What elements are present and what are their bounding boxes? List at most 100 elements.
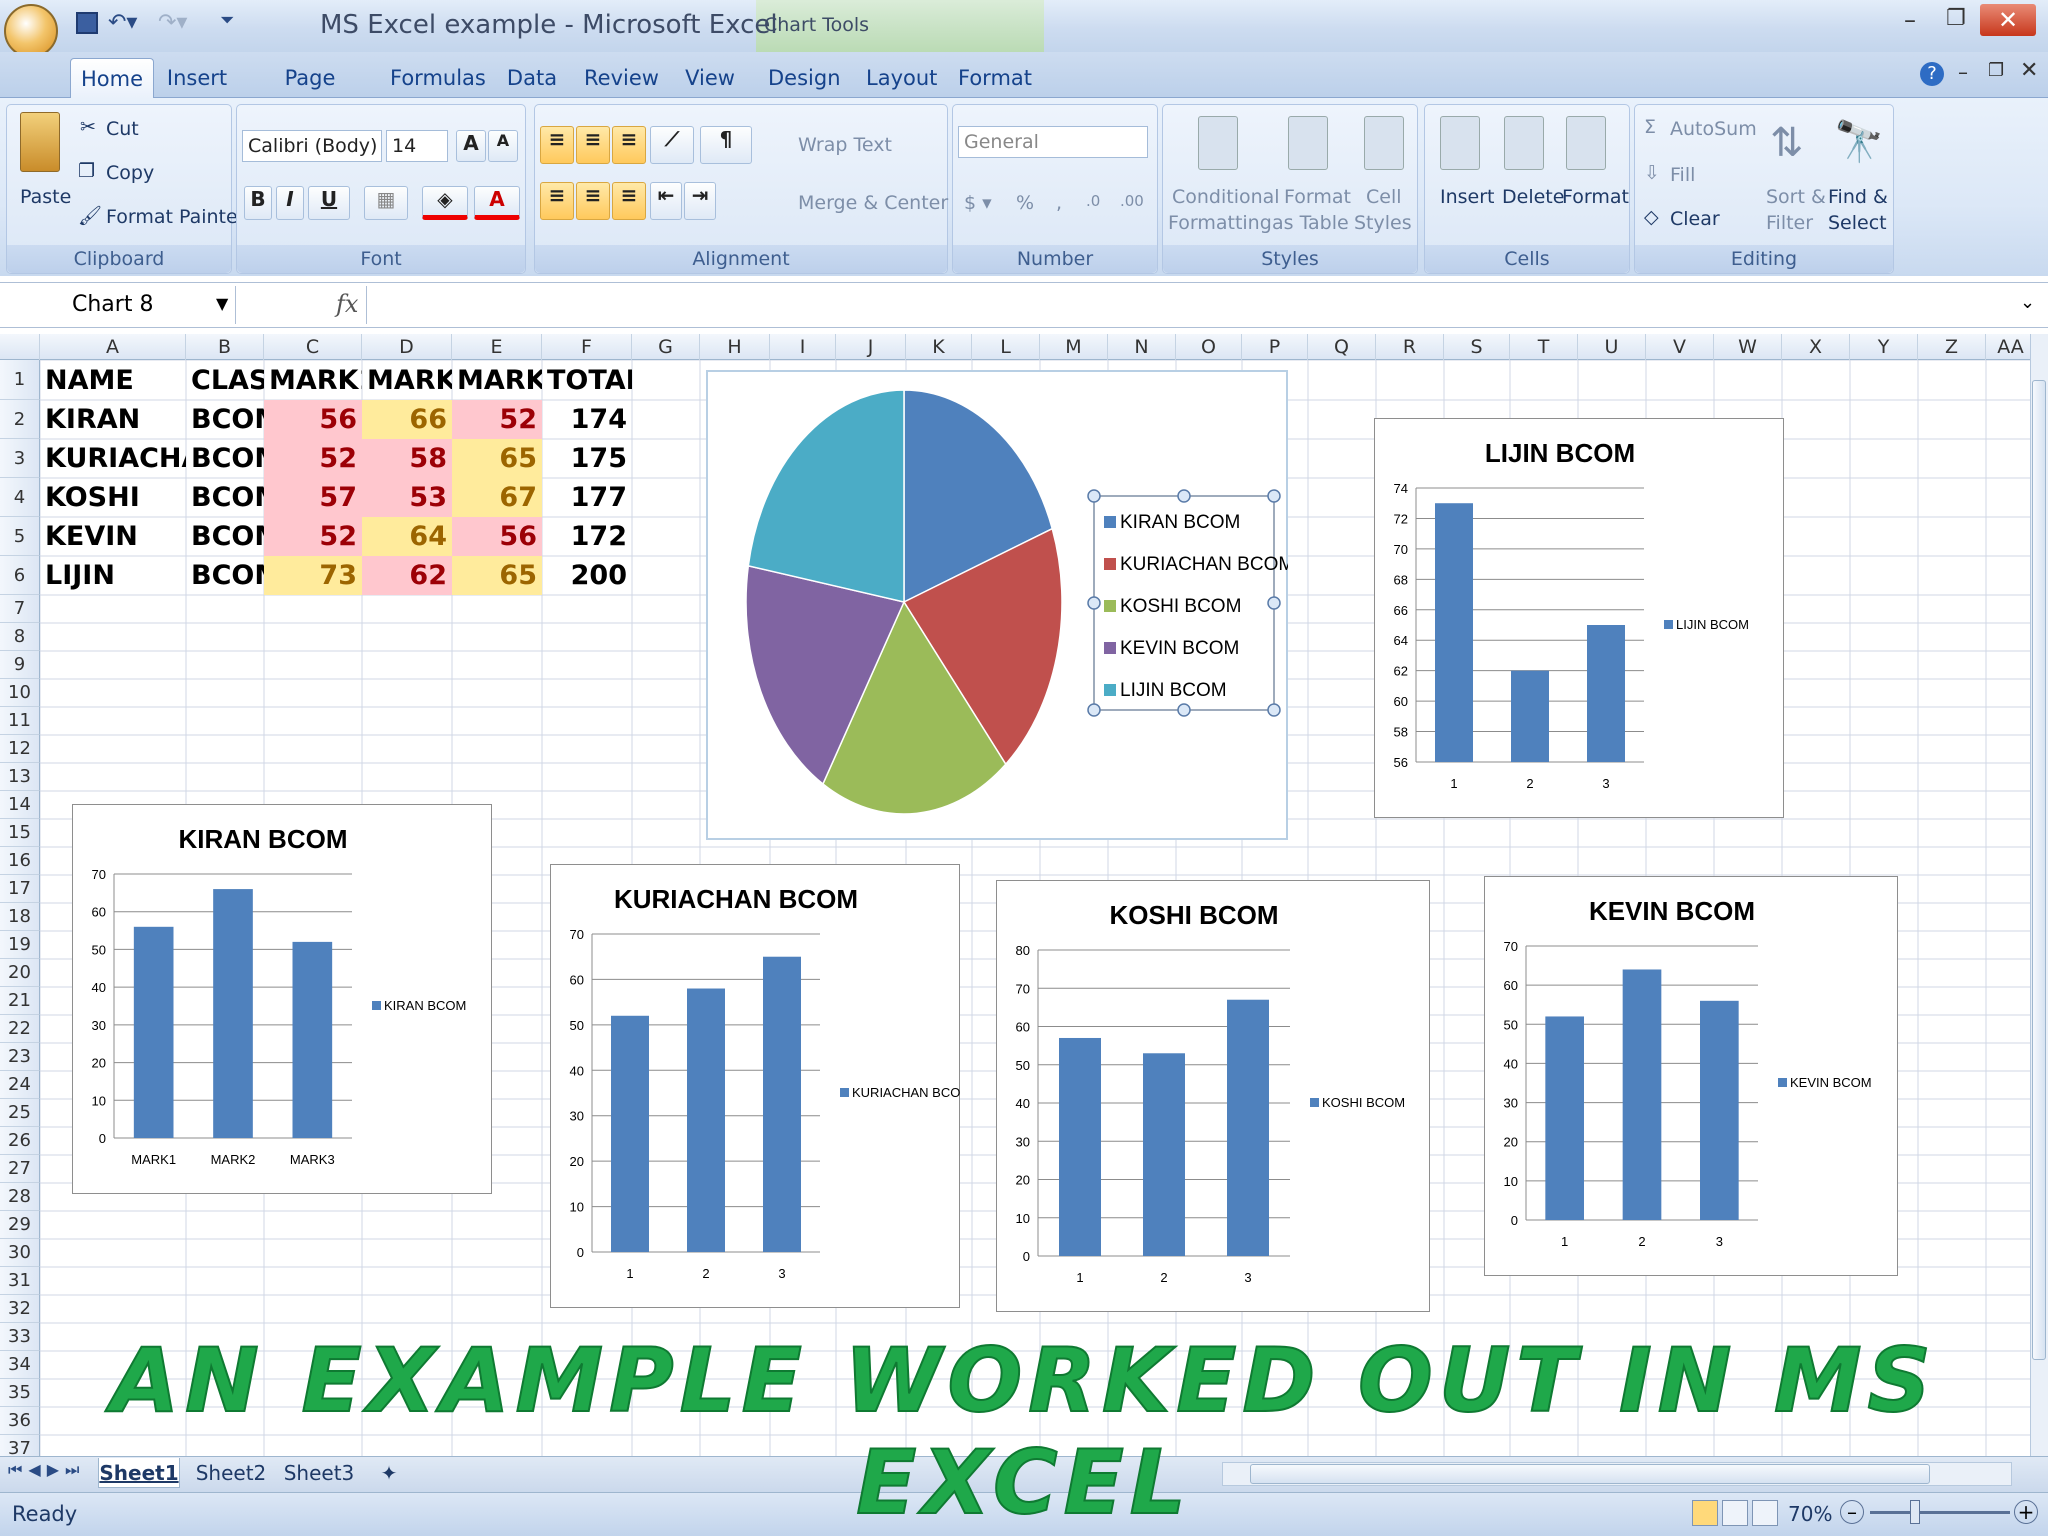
align-top-button[interactable]: ≡: [540, 126, 574, 164]
fill-button[interactable]: Fill: [1670, 164, 1695, 186]
format-as-table-icon[interactable]: [1288, 116, 1328, 170]
header-cell[interactable]: TOTAL: [542, 360, 632, 400]
bar[interactable]: [1227, 999, 1269, 1256]
merge-center-button[interactable]: Merge & Center: [798, 192, 948, 214]
insert-cells-button[interactable]: Insert: [1440, 186, 1495, 208]
tab-view[interactable]: View: [684, 58, 736, 98]
pie-slice[interactable]: [747, 389, 905, 603]
align-center-button[interactable]: ≡: [576, 182, 610, 220]
align-bottom-button[interactable]: ≡: [612, 126, 646, 164]
column-header-p[interactable]: P: [1242, 334, 1308, 360]
data-cell[interactable]: 66: [362, 400, 452, 439]
format-painter-button[interactable]: Format Painter: [106, 206, 246, 228]
formula-input[interactable]: [366, 286, 2016, 324]
data-cell[interactable]: 56: [452, 517, 542, 556]
underline-button[interactable]: U: [308, 186, 350, 220]
align-left-button[interactable]: ≡: [540, 182, 574, 220]
column-header-r[interactable]: R: [1376, 334, 1444, 360]
increase-indent-button[interactable]: ⇥: [684, 182, 716, 220]
save-icon[interactable]: [76, 12, 98, 34]
office-button[interactable]: [4, 4, 58, 58]
column-header-n[interactable]: N: [1108, 334, 1176, 360]
data-cell[interactable]: KURIACHAN: [40, 439, 186, 478]
align-right-button[interactable]: ≡: [612, 182, 646, 220]
column-header-s[interactable]: S: [1444, 334, 1510, 360]
paste-icon[interactable]: [20, 112, 60, 172]
data-cell[interactable]: 58: [362, 439, 452, 478]
format-cells-icon[interactable]: [1566, 116, 1606, 170]
data-cell[interactable]: 172: [542, 517, 632, 556]
data-cell[interactable]: 177: [542, 478, 632, 517]
ribbon-minimize-icon[interactable]: –: [1958, 60, 1968, 84]
pie-chart[interactable]: KIRAN BCOM KURIACHAN BCOM KOSHI BCOM KEVIN …: [706, 370, 1288, 840]
qat-customize-icon[interactable]: ⏷: [220, 10, 234, 31]
bar[interactable]: [687, 988, 725, 1252]
copy-button[interactable]: Copy: [106, 162, 154, 184]
font-size-combo[interactable]: 14: [386, 130, 448, 162]
italic-button[interactable]: I: [276, 186, 304, 220]
row-header-27[interactable]: 27: [0, 1155, 40, 1183]
row-header-23[interactable]: 23: [0, 1043, 40, 1071]
data-cell[interactable]: LIJIN: [40, 556, 186, 595]
bar[interactable]: [292, 941, 333, 1138]
wrap-text-button[interactable]: Wrap Text: [798, 134, 892, 156]
row-header-4[interactable]: 4: [0, 478, 40, 517]
column-header-k[interactable]: K: [906, 334, 972, 360]
borders-button[interactable]: ▦: [364, 186, 408, 220]
row-header-22[interactable]: 22: [0, 1015, 40, 1043]
autosum-button[interactable]: AutoSum: [1670, 118, 1757, 140]
row-header-30[interactable]: 30: [0, 1239, 40, 1267]
bar[interactable]: [1587, 625, 1625, 762]
row-header-1[interactable]: 1: [0, 360, 40, 400]
row-header-17[interactable]: 17: [0, 875, 40, 903]
row-header-29[interactable]: 29: [0, 1211, 40, 1239]
column-header-u[interactable]: U: [1578, 334, 1646, 360]
row-header-31[interactable]: 31: [0, 1267, 40, 1295]
row-header-28[interactable]: 28: [0, 1183, 40, 1211]
grow-font-button[interactable]: A: [456, 130, 486, 162]
data-cell[interactable]: 53: [362, 478, 452, 517]
bar-chart-koshi[interactable]: KOSHI BCOM 0 10 20 30 40 50 60 70 80 1 2 3 KOSHI BCOM: [996, 880, 1430, 1312]
fill-color-button[interactable]: ◈: [422, 186, 468, 220]
data-cell[interactable]: 52: [452, 400, 542, 439]
row-header-11[interactable]: 11: [0, 707, 40, 735]
column-header-w[interactable]: W: [1714, 334, 1782, 360]
bar[interactable]: [1143, 1053, 1185, 1256]
tab-layout[interactable]: Layout: [866, 58, 937, 98]
column-header-v[interactable]: V: [1646, 334, 1714, 360]
row-header-5[interactable]: 5: [0, 517, 40, 556]
column-header-g[interactable]: G: [632, 334, 700, 360]
number-format-combo[interactable]: General: [958, 126, 1148, 158]
data-cell[interactable]: 67: [452, 478, 542, 517]
bar[interactable]: [1700, 1000, 1739, 1220]
header-cell[interactable]: CLASS: [186, 360, 264, 400]
legend-selection-handle[interactable]: [1267, 596, 1281, 610]
row-header-12[interactable]: 12: [0, 735, 40, 763]
header-cell[interactable]: MARK2: [362, 360, 452, 400]
comma-button[interactable]: ,: [1056, 192, 1062, 214]
row-header-7[interactable]: 7: [0, 595, 40, 623]
bar[interactable]: [1545, 1016, 1584, 1220]
data-cell[interactable]: 200: [542, 556, 632, 595]
tab-data[interactable]: Data: [506, 58, 558, 98]
data-cell[interactable]: 65: [452, 439, 542, 478]
format-as-table-button[interactable]: Format: [1284, 186, 1351, 208]
column-header-x[interactable]: X: [1782, 334, 1850, 360]
data-cell[interactable]: KOSHI: [40, 478, 186, 517]
legend-selection-handle[interactable]: [1087, 596, 1101, 610]
decrease-decimal-button[interactable]: .00: [1120, 192, 1144, 210]
insert-function-icon[interactable]: fx: [336, 290, 358, 318]
legend-selection-handle[interactable]: [1267, 703, 1281, 717]
currency-button[interactable]: $ ▾: [964, 192, 992, 214]
bar-chart-kiran[interactable]: KIRAN BCOM 0 10 20 30 40 50 60 70 MARK1 MARK2 MARK3…: [72, 804, 492, 1194]
clear-icon[interactable]: ◇: [1644, 206, 1659, 228]
find-select-button[interactable]: Find &: [1828, 186, 1888, 208]
clear-button[interactable]: Clear: [1670, 208, 1720, 230]
row-header-6[interactable]: 6: [0, 556, 40, 595]
column-header-b[interactable]: B: [186, 334, 264, 360]
legend-selection-handle[interactable]: [1177, 703, 1191, 717]
data-cell[interactable]: BCOM: [186, 556, 264, 595]
column-header-a[interactable]: A: [40, 334, 186, 360]
tab-insert[interactable]: Insert: [166, 58, 228, 98]
help-icon[interactable]: ?: [1920, 62, 1944, 86]
